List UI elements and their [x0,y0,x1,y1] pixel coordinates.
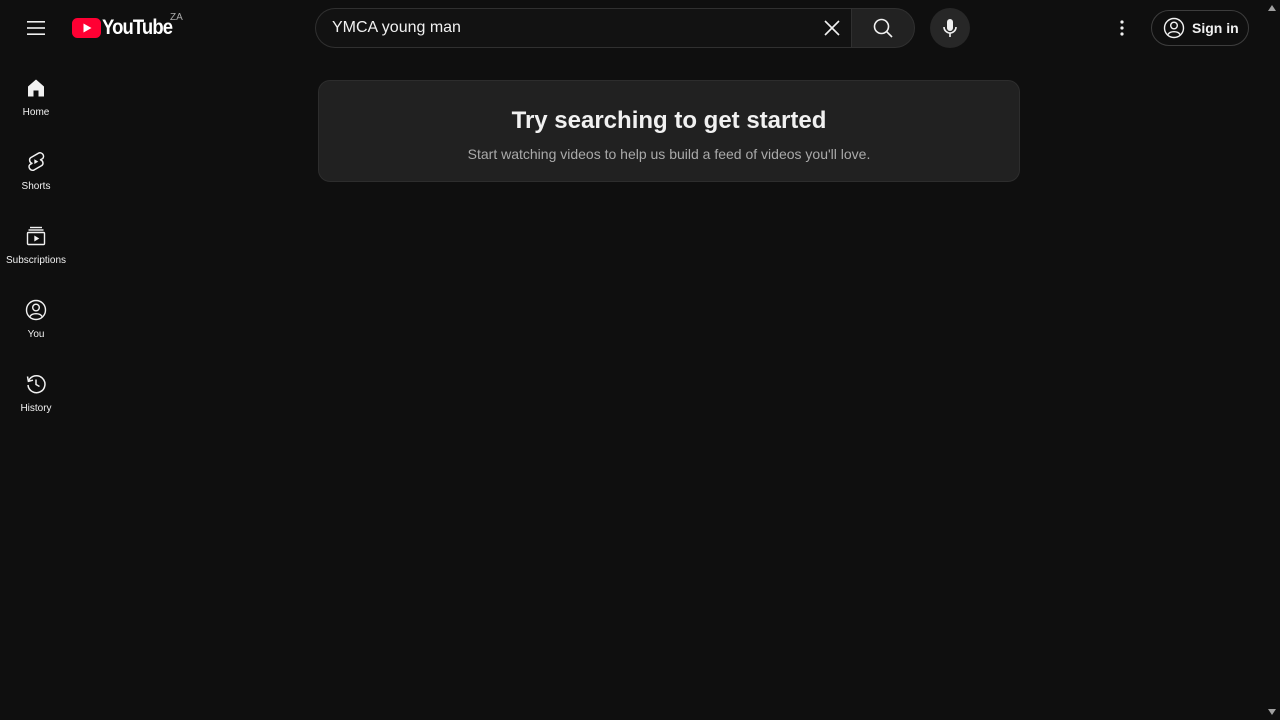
microphone-icon [943,19,957,37]
sidebar-item-label: You [27,329,45,340]
clear-search-button[interactable] [812,8,852,48]
search-icon [873,18,893,38]
account-circle-icon [1163,17,1185,39]
sidebar-item-label: History [20,403,52,414]
shorts-icon [24,150,48,174]
sign-in-label: Sign in [1192,20,1239,36]
triangle-up-icon [1268,5,1276,11]
home-icon [24,76,48,100]
masthead: YouTube ZA YMCA young man Sign in [0,0,1280,56]
search-button[interactable] [851,8,915,48]
sidebar-item-subscriptions[interactable]: Subscriptions [0,204,72,278]
empty-feed-prompt: Try searching to get started Start watch… [318,80,1020,182]
sidebar-item-you[interactable]: You [0,278,72,352]
more-vertical-icon [1120,20,1124,36]
youtube-play-icon [72,18,101,38]
guide-menu-button[interactable] [16,8,56,48]
sidebar-item-label: Home [22,107,50,118]
search-input[interactable] [316,9,812,47]
account-icon [24,298,48,322]
search-box [315,8,852,48]
hamburger-menu-icon [27,21,45,35]
youtube-logo[interactable]: YouTube [72,16,182,40]
scrollbar-down-arrow[interactable] [1267,707,1277,717]
youtube-app: YouTube ZA YMCA young man Sign in Home S… [0,0,1280,720]
history-icon [24,372,48,396]
sidebar-item-label: Subscriptions [5,255,67,266]
voice-search-button[interactable] [930,8,970,48]
triangle-down-icon [1268,709,1276,715]
subscriptions-icon [24,224,48,248]
mini-guide: Home Shorts Subscriptions You History [0,56,72,426]
sidebar-item-shorts[interactable]: Shorts [0,130,72,204]
youtube-wordmark: YouTube [102,16,173,39]
sidebar-item-history[interactable]: History [0,352,72,426]
sign-in-button[interactable]: Sign in [1151,10,1249,46]
close-icon [824,20,840,36]
sidebar-item-home[interactable]: Home [0,56,72,130]
prompt-title: Try searching to get started [511,107,827,134]
prompt-subtitle: Start watching videos to help us build a… [467,146,871,162]
scrollbar-up-arrow[interactable] [1267,3,1277,13]
country-code: ZA [170,12,183,23]
settings-menu-button[interactable] [1102,8,1142,48]
sidebar-item-label: Shorts [21,181,51,192]
